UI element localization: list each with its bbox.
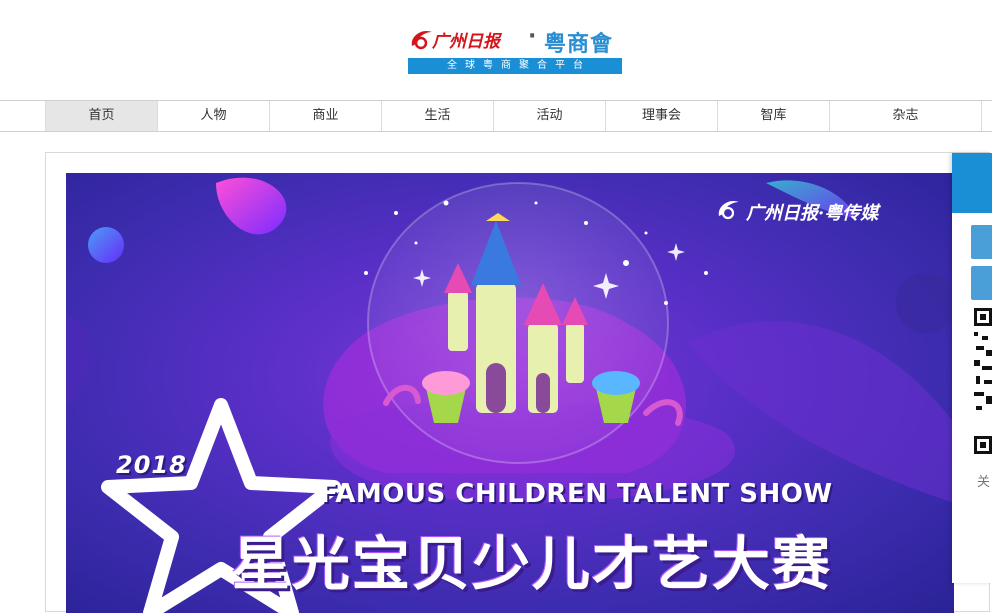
- guangzhou-daily-logo-icon: [718, 200, 739, 220]
- panel-header[interactable]: [952, 153, 992, 213]
- nav-item-people[interactable]: 人物: [157, 101, 269, 131]
- banner-title-cn: 星光宝贝少儿才艺大赛: [232, 530, 833, 598]
- panel-label: 关: [977, 475, 991, 490]
- share-button-2[interactable]: [971, 266, 992, 300]
- logo-wordmark: 广州日报 · 粤商會: [408, 24, 622, 57]
- nav-item-think-tank[interactable]: 智库: [717, 101, 829, 131]
- site-logo[interactable]: 广州日报 · 粤商會 全球粤商聚合平台: [408, 24, 622, 74]
- share-button[interactable]: [971, 225, 992, 259]
- logo-brand-name: 粤商會: [544, 32, 614, 57]
- hero-banner[interactable]: 广州日报·粤传媒 2018 FAMOUS CHILDREN TALENT SHO…: [66, 173, 954, 613]
- nav-item-business[interactable]: 商业: [269, 101, 381, 131]
- nav-item-magazine[interactable]: 杂志: [829, 101, 982, 131]
- logo-separator: ·: [528, 24, 537, 49]
- nav-item-events[interactable]: 活动: [493, 101, 605, 131]
- nav-item-life[interactable]: 生活: [381, 101, 493, 131]
- logo-tagline: 全球粤商聚合平台: [408, 58, 622, 74]
- banner-title-en: FAMOUS CHILDREN TALENT SHOW: [320, 479, 833, 509]
- nav-item-home[interactable]: 首页: [45, 101, 157, 131]
- banner-year: 2018: [116, 451, 187, 479]
- floating-side-panel: 关: [952, 153, 992, 583]
- logo-paper-name: 广州日报: [432, 32, 500, 52]
- site-header: 广州日报 · 粤商會 全球粤商聚合平台: [0, 0, 992, 100]
- main-nav: 首页 人物 商业 生活 活动 理事会 智库 杂志: [0, 100, 992, 132]
- banner-brand-text: 广州日报·粤传媒: [746, 203, 879, 224]
- qr-code-icon: [972, 306, 992, 462]
- nav-item-council[interactable]: 理事会: [605, 101, 717, 131]
